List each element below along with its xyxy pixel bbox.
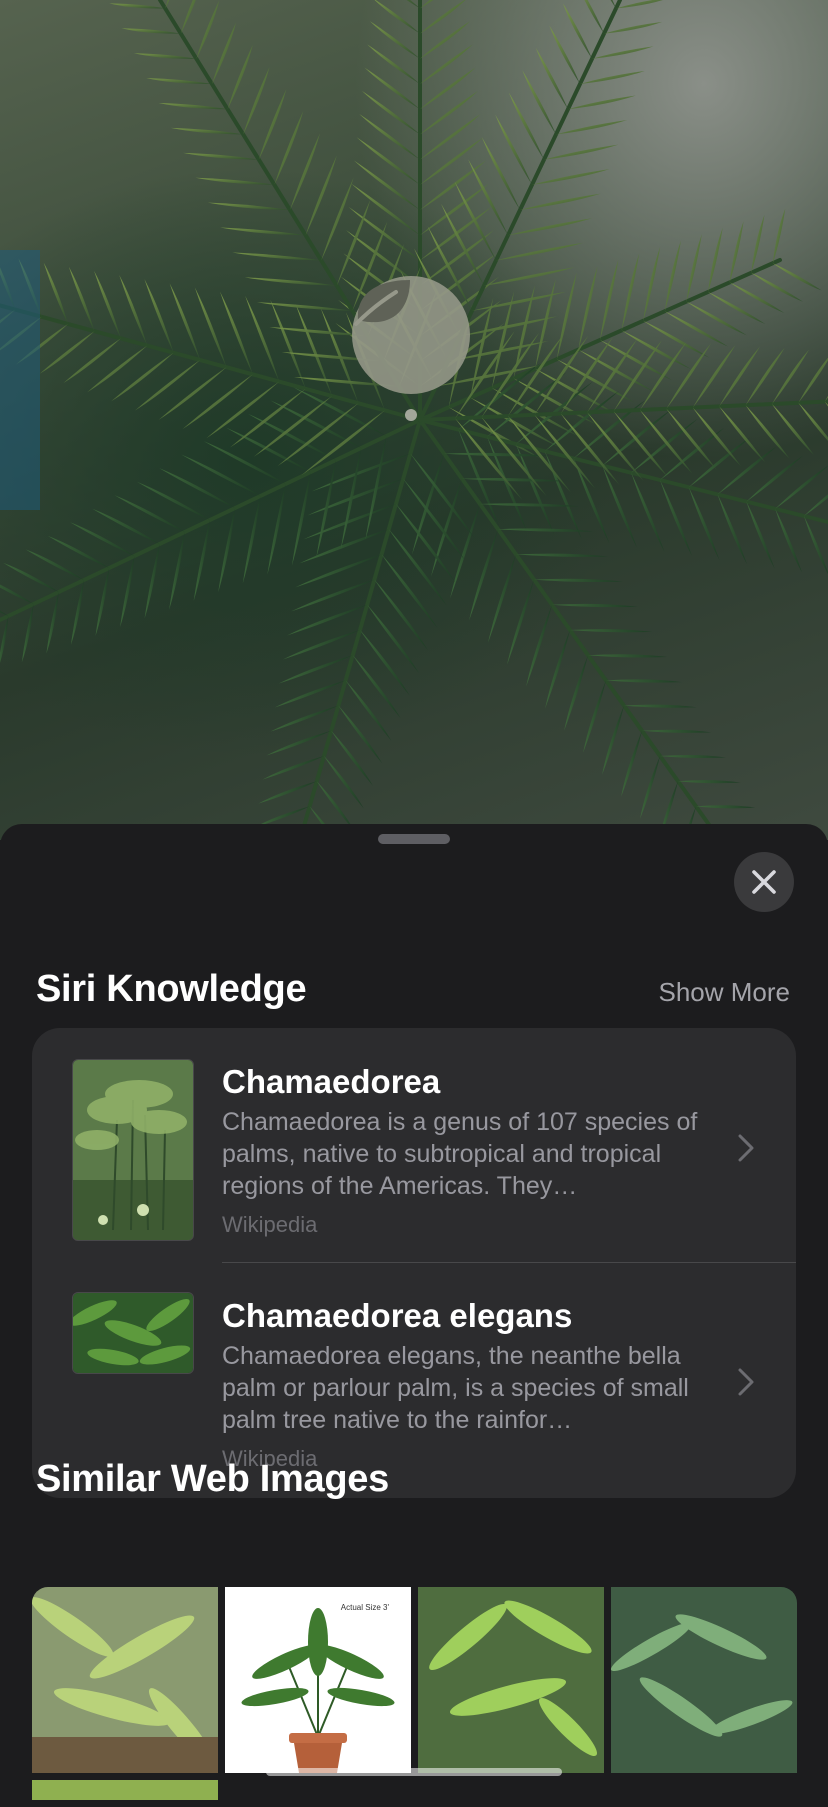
web-image-caption: Actual Size 3' — [340, 1603, 389, 1612]
web-image-1[interactable] — [32, 1587, 218, 1773]
leaf-icon — [354, 280, 410, 326]
close-icon — [752, 870, 776, 894]
result-description: Chamaedorea is a genus of 107 species of… — [222, 1108, 698, 1200]
show-more-button[interactable]: Show More — [659, 977, 791, 1008]
result-title: Chamaedorea — [222, 1063, 441, 1100]
result-thumbnail — [72, 1292, 194, 1374]
result-title: Chamaedorea elegans — [222, 1297, 573, 1334]
home-indicator[interactable] — [266, 1768, 562, 1776]
siri-knowledge-title: Siri Knowledge — [36, 968, 307, 1010]
lookup-bubble[interactable] — [352, 276, 470, 394]
visual-lookup-pin[interactable] — [352, 276, 470, 421]
plant-photo[interactable] — [0, 0, 828, 840]
result-source: Wikipedia — [222, 1212, 318, 1237]
chevron-right-icon — [738, 1134, 754, 1162]
siri-knowledge-card: Chamaedorea Chamaedorea is a genus of 10… — [32, 1028, 796, 1498]
result-description: Chamaedorea elegans, the neanthe bella p… — [222, 1342, 689, 1434]
similar-web-images-title: Similar Web Images — [36, 1458, 389, 1500]
knowledge-result-chamaedorea[interactable]: Chamaedorea Chamaedorea is a genus of 10… — [32, 1028, 796, 1262]
result-thumbnail — [72, 1059, 194, 1241]
chevron-right-icon — [738, 1368, 754, 1396]
lookup-anchor-dot — [405, 409, 417, 421]
web-image-2[interactable]: Actual Size 3' — [225, 1587, 411, 1773]
web-image-4[interactable] — [611, 1587, 797, 1773]
sheet-grabber[interactable] — [378, 834, 450, 844]
close-button[interactable] — [734, 852, 794, 912]
web-image-5[interactable] — [32, 1780, 218, 1800]
web-image-3[interactable] — [418, 1587, 604, 1773]
results-sheet: Siri Knowledge Show More Chamaedorea Cha… — [0, 824, 828, 1800]
